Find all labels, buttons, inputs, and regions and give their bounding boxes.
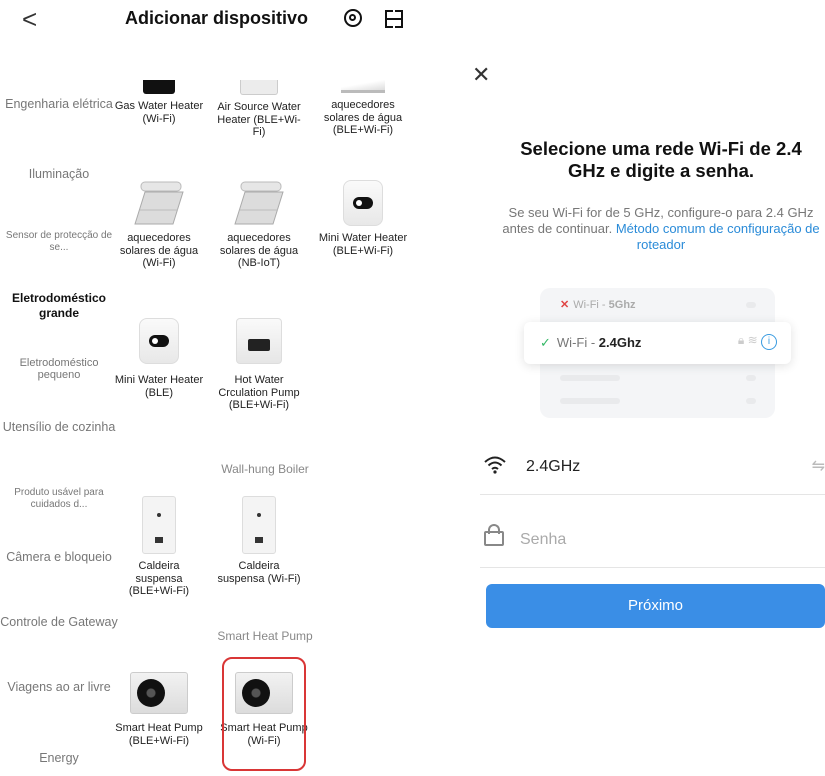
ssid-value[interactable]: 2.4GHz	[526, 458, 580, 476]
placeholder-bar	[746, 375, 756, 381]
device-solar-wifi[interactable]: aquecedores solares de água (Wi-Fi)	[114, 180, 204, 270]
device-boiler-wifi[interactable]: Caldeira suspensa (Wi-Fi)	[214, 496, 304, 585]
wifi-description: Se seu Wi-Fi for de 5 GHz, configure-o p…	[500, 205, 822, 253]
auto-discover-icon[interactable]	[344, 9, 362, 27]
category-produto-usavel[interactable]: Produto usável para cuidados d...	[0, 487, 118, 511]
device-label: aquecedores solares de água (BLE+Wi-Fi)	[323, 99, 403, 136]
device-solar-ble-wifi[interactable]: aquecedores solares de água (BLE+Wi-Fi)	[318, 80, 408, 137]
wifi-setup-panel: ✕ Selecione uma rede Wi-Fi de 2.4 GHz e …	[440, 0, 825, 776]
device-mini-water-heater-ble[interactable]: Mini Water Heater (BLE)	[114, 318, 204, 399]
device-label: Air Source Water Heater (BLE+Wi-Fi)	[217, 101, 301, 138]
placeholder-bar	[560, 375, 620, 381]
password-input[interactable]: Senha	[520, 531, 566, 549]
close-icon[interactable]: ✕	[472, 62, 490, 88]
device-air-source-water-heater[interactable]: Air Source Water Heater (BLE+Wi-Fi)	[214, 80, 304, 139]
boiler-image	[242, 496, 276, 554]
device-label: Smart Heat Pump (BLE+Wi-Fi)	[115, 722, 203, 747]
ssid-field[interactable]: 2.4GHz ⇋	[480, 438, 825, 495]
wifi-row-5ghz: ✕ Wi-Fi - 5Ghz	[560, 299, 636, 311]
category-engenharia-eletrica[interactable]: Engenharia elétrica	[0, 97, 118, 112]
solar-heater-image	[134, 181, 184, 225]
device-boiler-ble-wifi[interactable]: Caldeira suspensa (BLE+Wi-Fi)	[114, 496, 204, 598]
device-label: Gas Water Heater (Wi-Fi)	[114, 100, 204, 125]
page-title: Adicionar dispositivo	[125, 8, 309, 28]
mini-water-heater-image	[139, 318, 179, 364]
back-icon[interactable]: <	[22, 4, 37, 34]
check-icon: ✓	[540, 335, 551, 350]
device-solar-nbiot[interactable]: aquecedores solares de água (NB-IoT)	[214, 180, 304, 270]
gas-water-heater-image	[143, 80, 175, 94]
header-bar: < Adicionar dispositivo	[0, 0, 440, 40]
add-device-panel: < Adicionar dispositivo Engenharia elétr…	[0, 0, 440, 776]
password-field[interactable]: Senha	[480, 511, 825, 568]
category-iluminacao[interactable]: Iluminação	[0, 167, 118, 182]
device-label: Caldeira suspensa (Wi-Fi)	[217, 560, 301, 585]
section-wall-hung-boiler: Wall-hung Boiler	[221, 462, 309, 476]
air-source-heater-image	[240, 80, 278, 95]
next-button[interactable]: Próximo	[486, 584, 825, 628]
mini-water-heater-image	[343, 180, 383, 226]
category-utensilio-cozinha[interactable]: Utensílio de cozinha	[0, 420, 118, 435]
wifi-row-24ghz: ✓ Wi-Fi - 2.4Ghz 🔒︎ ≋ i	[524, 322, 791, 364]
wifi-icon	[484, 456, 506, 474]
category-controle-gateway[interactable]: Controle de Gateway	[0, 615, 118, 630]
wifi-title: Selecione uma rede Wi-Fi de 2.4 GHz e di…	[520, 138, 802, 181]
placeholder-bar	[560, 398, 620, 404]
solar-heater-image	[341, 80, 385, 93]
placeholder-bar	[746, 302, 756, 308]
solar-heater-image	[234, 181, 284, 225]
boiler-image	[142, 496, 176, 554]
device-mini-water-heater-ble-wifi[interactable]: Mini Water Heater (BLE+Wi-Fi)	[318, 180, 408, 257]
category-sensor[interactable]: Sensor de protecção de se...	[0, 230, 118, 254]
device-hot-water-pump[interactable]: Hot Water Crculation Pump (BLE+Wi-Fi)	[214, 318, 304, 412]
device-label: Hot Water Crculation Pump (BLE+Wi-Fi)	[218, 374, 300, 411]
cross-icon: ✕	[560, 299, 570, 311]
device-label: aquecedores solares de água (NB-IoT)	[219, 232, 299, 269]
category-eletrodomestico-pequeno[interactable]: Eletrodoméstico pequeno	[0, 357, 118, 381]
device-heat-pump-ble-wifi[interactable]: Smart Heat Pump (BLE+Wi-Fi)	[114, 672, 204, 747]
category-camera-bloqueio[interactable]: Câmera e bloqueio	[0, 550, 118, 565]
switch-network-icon[interactable]: ⇋	[812, 456, 825, 476]
device-label: Mini Water Heater (BLE)	[114, 374, 204, 399]
info-icon: i	[761, 334, 777, 350]
category-eletrodomestico-grande[interactable]: Eletrodoméstico grande	[0, 291, 118, 321]
device-label: aquecedores solares de água (Wi-Fi)	[119, 232, 199, 269]
router-config-link[interactable]: Método comum de configuração de roteador	[616, 221, 820, 252]
device-label: Caldeira suspensa (BLE+Wi-Fi)	[128, 560, 190, 597]
device-gas-water-heater[interactable]: Gas Water Heater (Wi-Fi)	[114, 80, 204, 125]
category-energy[interactable]: Energy	[0, 751, 118, 766]
selection-highlight	[222, 657, 306, 771]
heat-pump-image	[130, 672, 188, 714]
lock-icon	[484, 524, 504, 546]
scan-icon[interactable]	[385, 10, 403, 28]
device-label: Mini Water Heater (BLE+Wi-Fi)	[318, 232, 408, 257]
category-viagens[interactable]: Viagens ao ar livre	[0, 680, 118, 695]
wifi-small-icon: ≋	[747, 333, 758, 347]
circulation-pump-image	[236, 318, 282, 364]
lock-small-icon: 🔒︎	[737, 333, 745, 347]
section-smart-heat-pump: Smart Heat Pump	[217, 629, 313, 643]
placeholder-bar	[746, 398, 756, 404]
